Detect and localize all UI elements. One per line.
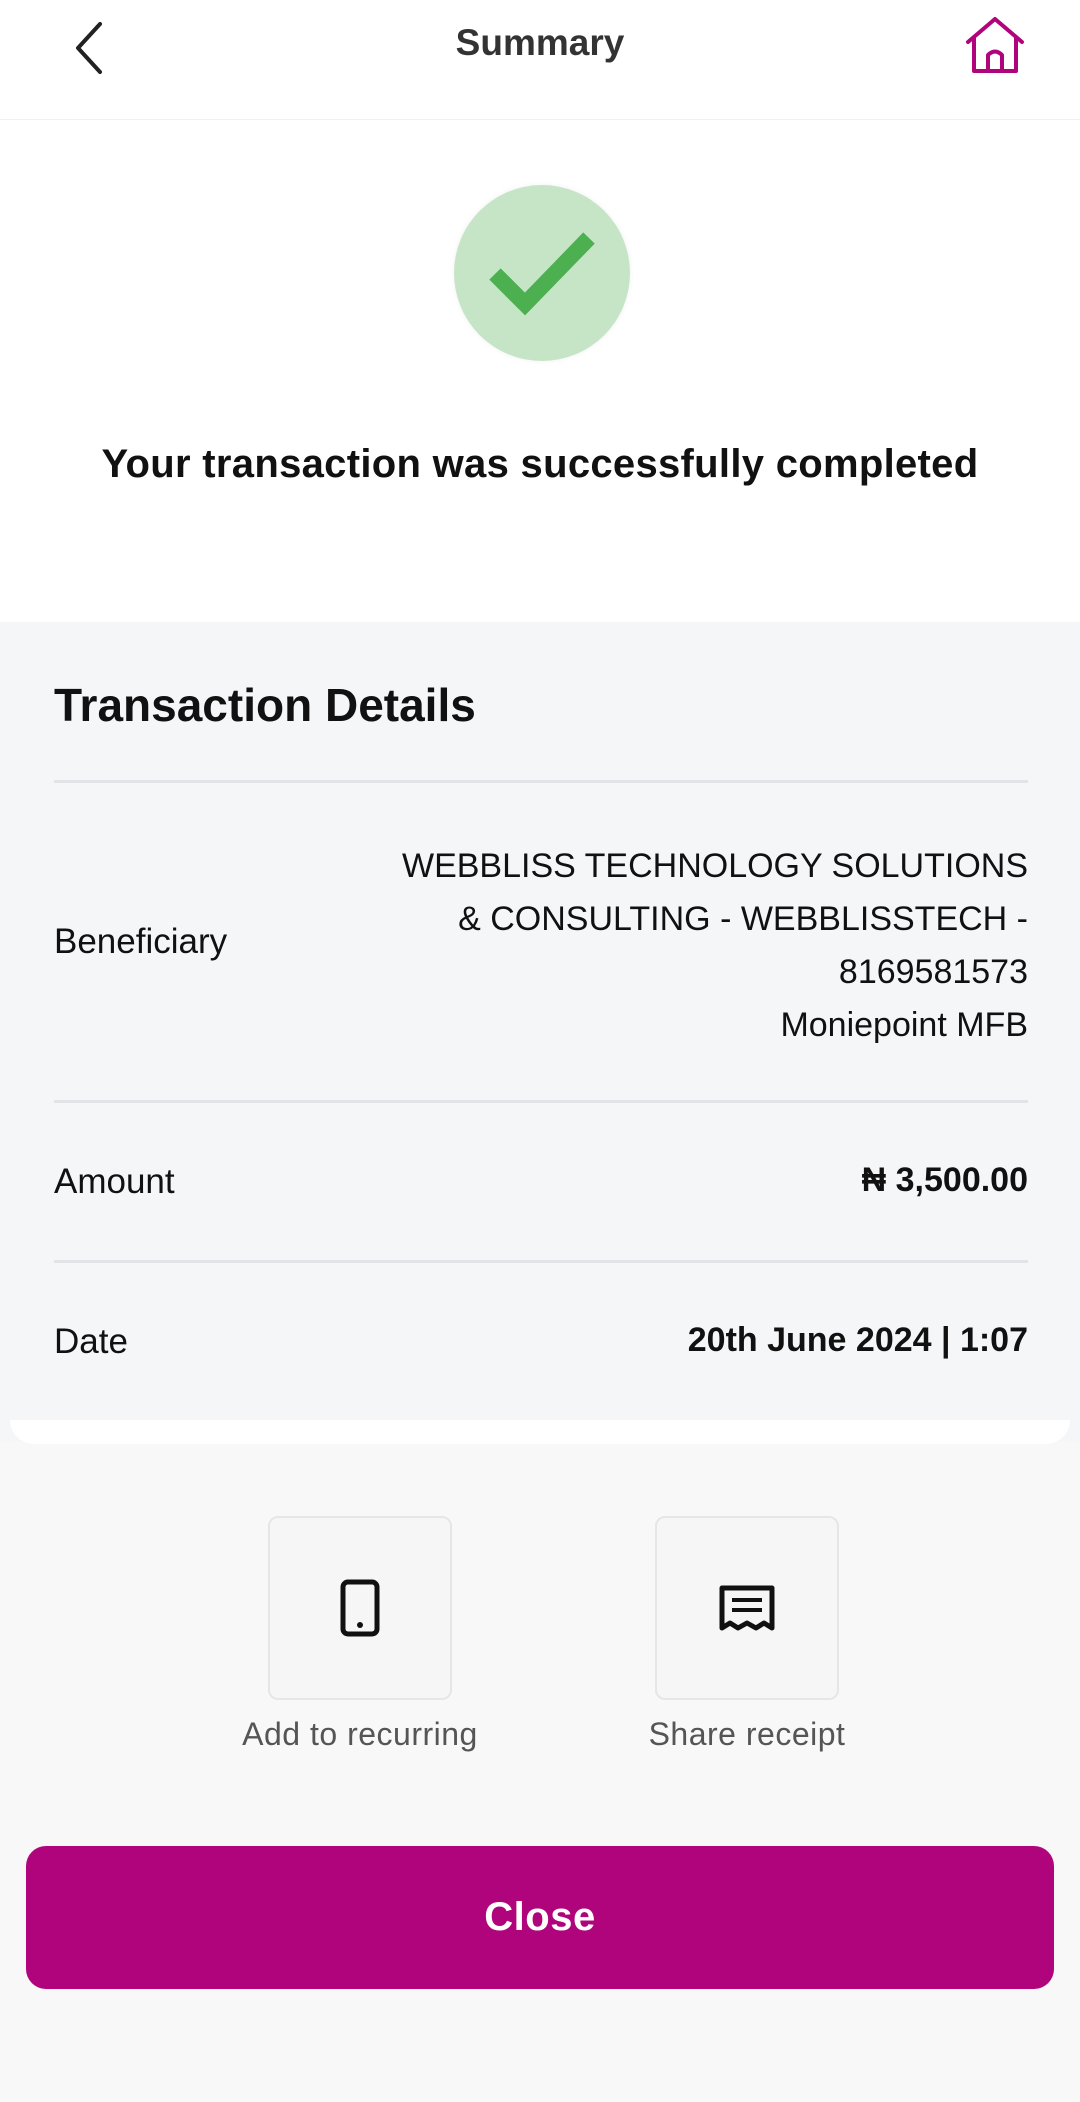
amount-label: Amount [54, 1162, 175, 1201]
beneficiary-line: & CONSULTING - WEBBLISSTECH - [458, 900, 1028, 938]
add-to-recurring-button[interactable] [268, 1516, 452, 1700]
divider [54, 780, 1028, 783]
divider [54, 1100, 1028, 1103]
success-message: Your transaction was successfully comple… [101, 442, 979, 486]
add-to-recurring-label: Add to recurring [242, 1716, 478, 1752]
share-receipt-label: Share receipt [648, 1716, 846, 1752]
beneficiary-line: WEBBLISS TECHNOLOGY SOLUTIONS [401, 847, 1028, 885]
phone-icon [340, 1579, 380, 1637]
beneficiary-label: Beneficiary [54, 922, 228, 961]
beneficiary-value: WEBBLISS TECHNOLOGY SOLUTIONS & CONSULTI… [402, 840, 1028, 1052]
divider [54, 1260, 1028, 1263]
beneficiary-bank: Moniepoint MFB [780, 1006, 1028, 1044]
details-title: Transaction Details [54, 679, 476, 731]
date-label: Date [54, 1322, 128, 1361]
success-section: Your transaction was successfully comple… [0, 120, 1080, 622]
close-button[interactable]: Close [26, 1846, 1054, 1989]
card-bottom-edge [10, 1420, 1070, 1444]
receipt-icon [719, 1585, 775, 1631]
success-badge [454, 185, 630, 361]
app-header: Summary [0, 0, 1080, 120]
date-value: 20th June 2024 | 1:07 [687, 1321, 1028, 1359]
home-button[interactable] [962, 12, 1028, 78]
page-title: Summary [455, 22, 625, 63]
transaction-details-card: Transaction Details Beneficiary WEBBLISS… [0, 622, 1080, 1442]
beneficiary-line: 8169581573 [838, 953, 1028, 991]
amount-value: ₦ 3,500.00 [861, 1161, 1028, 1199]
check-icon [489, 232, 595, 316]
share-receipt-button[interactable] [655, 1516, 839, 1700]
home-icon [966, 17, 1024, 73]
